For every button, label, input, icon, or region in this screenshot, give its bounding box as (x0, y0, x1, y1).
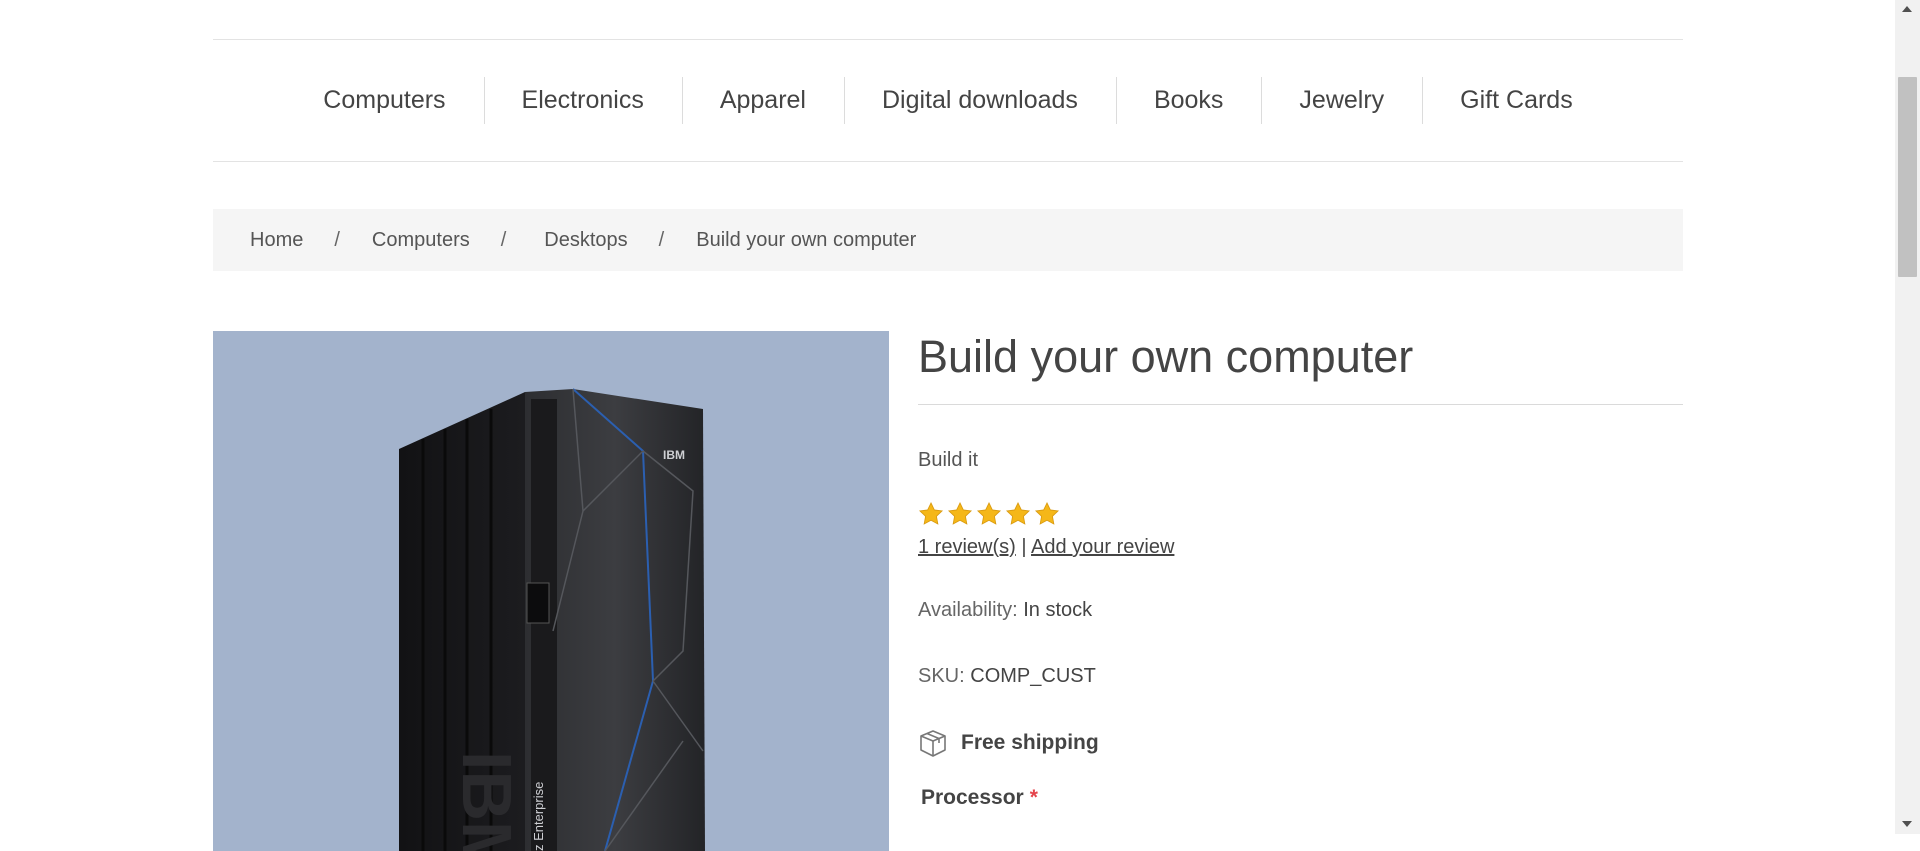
breadcrumb-computers[interactable]: Computers (372, 229, 470, 252)
menu-item-apparel[interactable]: Apparel (682, 80, 844, 121)
processor-attribute: Processor * (921, 786, 1683, 810)
top-menu: Computers Electronics Apparel Digital do… (213, 40, 1683, 162)
title-divider (918, 404, 1683, 405)
box-icon (918, 728, 948, 758)
sku: SKU: COMP_CUST (918, 665, 1683, 688)
rating-stars (918, 501, 1683, 527)
product-details: Build your own computer Build it 1 revie… (918, 331, 1683, 810)
menu-item-digital-downloads[interactable]: Digital downloads (844, 80, 1116, 121)
review-links: 1 review(s) | Add your review (918, 536, 1683, 559)
breadcrumb: Home / Computers / Desktops / Build your… (213, 209, 1683, 271)
sku-label: SKU: (918, 665, 965, 687)
product-image[interactable]: IBM IBM z Enterprise (213, 331, 889, 851)
breadcrumb-home[interactable]: Home (250, 229, 303, 252)
short-description: Build it (918, 449, 979, 471)
product-title: Build your own computer (918, 331, 1414, 382)
free-shipping: Free shipping (918, 728, 1683, 758)
menu-item-jewelry[interactable]: Jewelry (1261, 80, 1422, 121)
scroll-up-arrow-icon[interactable] (1902, 6, 1912, 12)
breadcrumb-desktops[interactable]: Desktops (544, 229, 627, 252)
scrollbar-thumb[interactable] (1898, 77, 1917, 277)
menu-item-books[interactable]: Books (1116, 80, 1261, 121)
star-icon (918, 501, 944, 527)
star-icon (947, 501, 973, 527)
menu-item-computers[interactable]: Computers (285, 80, 483, 121)
reviews-count-link[interactable]: 1 review(s) (918, 536, 1016, 558)
ibm-logo: IBM (663, 448, 685, 462)
star-icon (1034, 501, 1060, 527)
product-picture: IBM IBM z Enterprise (399, 388, 705, 851)
menu-item-gift-cards[interactable]: Gift Cards (1422, 80, 1611, 121)
star-icon (1005, 501, 1031, 527)
side-model-text: z Enterprise (531, 782, 546, 851)
availability-value: In stock (1023, 599, 1093, 621)
star-icon (976, 501, 1002, 527)
page-scrollbar[interactable] (1895, 0, 1920, 834)
sku-value: COMP_CUST (970, 665, 1096, 687)
scroll-down-arrow-icon[interactable] (1902, 821, 1912, 827)
availability-label: Availability: (918, 599, 1018, 621)
side-brand-text: IBM (448, 751, 526, 851)
add-review-link[interactable]: Add your review (1031, 536, 1174, 558)
breadcrumb-separator: / (500, 228, 507, 251)
breadcrumb-separator: / (658, 228, 665, 251)
review-separator: | (1021, 536, 1027, 558)
required-mark: * (1029, 786, 1038, 809)
breadcrumb-separator: / (334, 228, 340, 251)
processor-label: Processor (921, 786, 1024, 809)
breadcrumb-current: Build your own computer (696, 228, 917, 251)
free-shipping-label: Free shipping (961, 731, 1099, 754)
availability: Availability: In stock (918, 599, 1683, 622)
menu-item-electronics[interactable]: Electronics (484, 80, 682, 121)
